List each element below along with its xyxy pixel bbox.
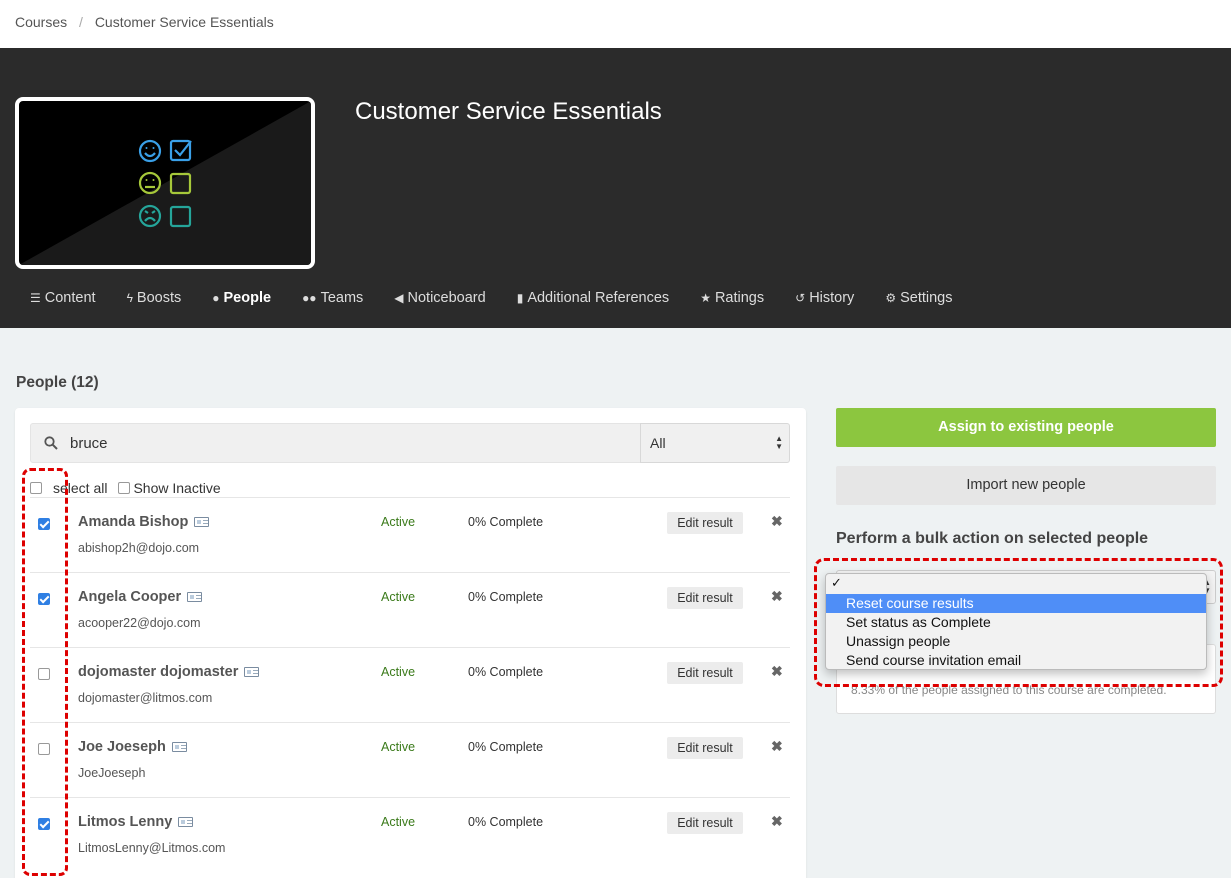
person-row: dojomaster dojomaster dojomaster@litmos.… xyxy=(30,647,790,722)
search-input[interactable] xyxy=(70,434,570,452)
tab-label: People xyxy=(223,290,272,306)
edit-result-button[interactable]: Edit result xyxy=(667,512,743,534)
course-thumbnail xyxy=(15,97,315,269)
user-icon: ● xyxy=(212,291,220,305)
history-icon: ↺ xyxy=(795,291,806,305)
person-name-line: Amanda Bishop xyxy=(78,514,210,530)
import-new-people-button[interactable]: Import new people xyxy=(836,466,1216,505)
person-email: acooper22@dojo.com xyxy=(78,616,201,630)
status-filter-select[interactable]: All ▲ ▼ xyxy=(640,423,790,463)
id-card-icon xyxy=(194,517,210,527)
person-email: JoeJoeseph xyxy=(78,766,146,780)
person-row: Angela Cooper acooper22@dojo.com Active … xyxy=(30,572,790,647)
course-tabs: ☰ Content ϟ Boosts ● People ●● Teams ◀ Notice… xyxy=(30,290,983,306)
show-inactive-checkbox[interactable] xyxy=(118,482,131,494)
person-name-line: Angela Cooper xyxy=(78,589,203,605)
remove-icon[interactable]: ✖ xyxy=(771,738,783,755)
annotation-highlight-bulk-action xyxy=(814,558,1223,687)
id-card-icon xyxy=(178,817,194,827)
course-title: Customer Service Essentials xyxy=(355,98,662,125)
breadcrumb-separator: / xyxy=(79,14,83,30)
bolt-icon: ϟ xyxy=(126,291,133,305)
star-icon: ★ xyxy=(700,291,711,305)
select-arrows-icon: ▲ ▼ xyxy=(775,434,783,451)
search-icon xyxy=(44,436,58,450)
tab-noticeboard[interactable]: ◀ Noticeboard xyxy=(394,290,485,306)
tab-history[interactable]: ↺ History xyxy=(795,290,854,306)
breadcrumb-current: Customer Service Essentials xyxy=(94,14,274,30)
list-icon: ☰ xyxy=(30,291,41,305)
progress-text: 0% Complete xyxy=(468,590,544,604)
status-badge: Active xyxy=(381,740,416,754)
tab-label: History xyxy=(809,290,855,306)
person-name[interactable]: Angela Cooper xyxy=(78,589,181,605)
tab-label: Teams xyxy=(320,290,364,306)
assign-existing-people-button[interactable]: Assign to existing people xyxy=(836,408,1216,447)
people-heading: People (12) xyxy=(16,374,99,391)
tab-boosts[interactable]: ϟ Boosts xyxy=(127,290,182,306)
edit-result-button[interactable]: Edit result xyxy=(667,737,743,759)
edit-result-button[interactable]: Edit result xyxy=(667,587,743,609)
person-name[interactable]: Amanda Bishop xyxy=(78,514,188,530)
tab-label: Content xyxy=(44,290,96,306)
person-name-line: Litmos Lenny xyxy=(78,814,194,830)
tab-label: Noticeboard xyxy=(407,290,486,306)
bullhorn-icon: ◀ xyxy=(394,291,404,305)
person-email: LitmosLenny@Litmos.com xyxy=(78,841,226,855)
remove-icon[interactable]: ✖ xyxy=(771,588,783,605)
status-filter-value: All xyxy=(650,435,666,451)
breadcrumb-courses-link[interactable]: Courses xyxy=(15,14,67,30)
status-badge: Active xyxy=(381,665,416,679)
edit-result-button[interactable]: Edit result xyxy=(667,662,743,684)
tab-ratings[interactable]: ★ Ratings xyxy=(700,290,764,306)
person-name[interactable]: Joe Joeseph xyxy=(78,739,166,755)
edit-result-button[interactable]: Edit result xyxy=(667,812,743,834)
status-badge: Active xyxy=(381,815,416,829)
search-bar xyxy=(30,423,641,463)
tab-settings[interactable]: ⚙ Settings xyxy=(885,290,952,306)
breadcrumb: Courses / Customer Service Essentials xyxy=(0,0,1231,48)
person-email: abishop2h@dojo.com xyxy=(78,541,200,555)
id-card-icon xyxy=(171,742,187,752)
people-panel: All ▲▼ select all Show Inactive Amanda B… xyxy=(15,408,806,878)
person-name[interactable]: Litmos Lenny xyxy=(78,814,172,830)
progress-text: 0% Complete xyxy=(468,515,544,529)
course-header: Customer Service Essentials ☰ Content ϟ Bo… xyxy=(0,48,1231,328)
tab-label: Ratings xyxy=(714,290,765,306)
tab-additional-references[interactable]: ▮ Additional References xyxy=(517,290,669,306)
status-badge: Active xyxy=(381,515,416,529)
person-email: dojomaster@litmos.com xyxy=(78,691,213,705)
tab-people[interactable]: ● People xyxy=(212,290,271,306)
id-card-icon xyxy=(187,592,203,602)
gear-icon: ⚙ xyxy=(885,291,897,305)
id-card-icon xyxy=(244,667,260,677)
remove-icon[interactable]: ✖ xyxy=(771,813,783,830)
status-badge: Active xyxy=(381,590,416,604)
person-name-line: Joe Joeseph xyxy=(78,739,187,755)
person-row: Amanda Bishop abishop2h@dojo.com Active … xyxy=(30,497,790,572)
tab-label: Settings xyxy=(900,290,953,306)
person-name[interactable]: dojomaster dojomaster xyxy=(78,664,238,680)
progress-text: 0% Complete xyxy=(468,665,544,679)
tab-teams[interactable]: ●● Teams xyxy=(302,290,363,306)
bulk-action-heading: Perform a bulk action on selected people xyxy=(836,530,1149,547)
users-icon: ●● xyxy=(302,291,317,305)
progress-text: 0% Complete xyxy=(468,815,544,829)
show-inactive-label: Show Inactive xyxy=(133,480,221,496)
tab-content[interactable]: ☰ Content xyxy=(30,290,96,306)
tab-label: Boosts xyxy=(136,290,182,306)
annotation-highlight-checkboxes xyxy=(22,468,68,876)
remove-icon[interactable]: ✖ xyxy=(771,513,783,530)
person-row: Joe Joeseph JoeJoeseph Active 0% Complet… xyxy=(30,722,790,797)
file-icon: ▮ xyxy=(516,291,524,305)
progress-text: 0% Complete xyxy=(468,740,544,754)
remove-icon[interactable]: ✖ xyxy=(771,663,783,680)
tab-label: Additional References xyxy=(527,290,670,306)
person-name-line: dojomaster dojomaster xyxy=(78,664,260,680)
person-row: Litmos Lenny LitmosLenny@Litmos.com Acti… xyxy=(30,797,790,872)
